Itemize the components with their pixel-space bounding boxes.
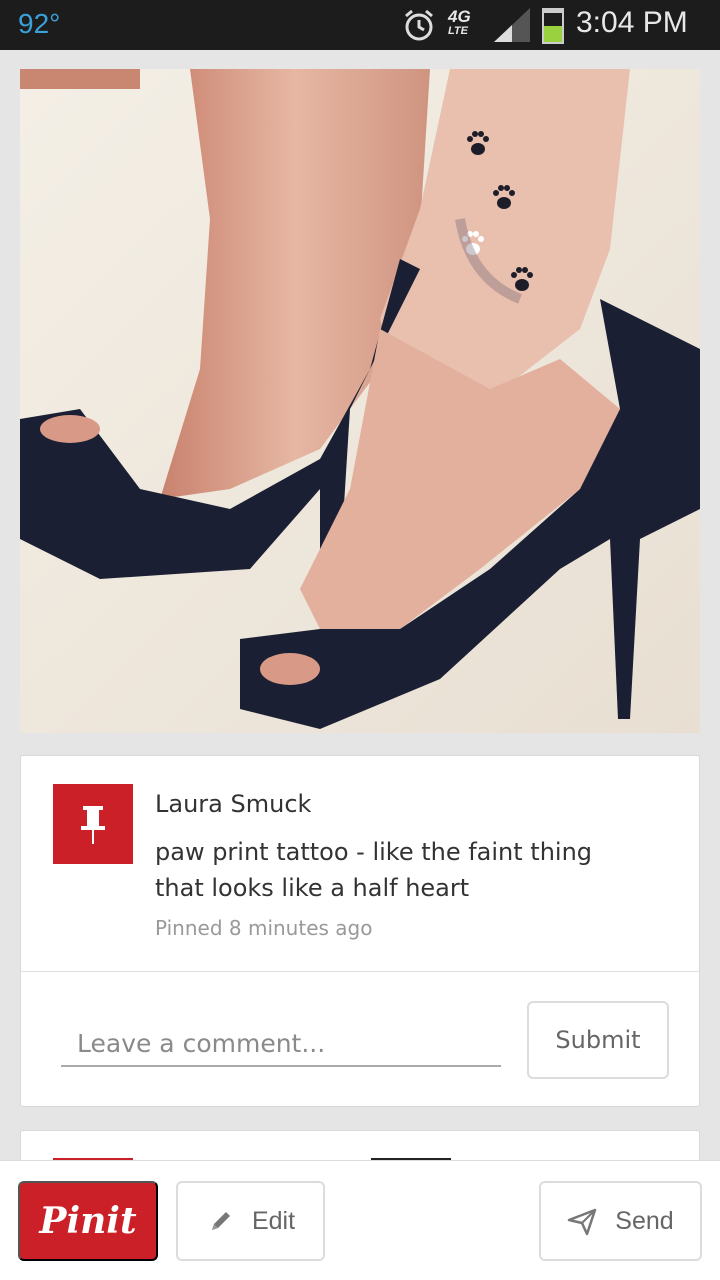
temperature-readout: 92° — [18, 8, 61, 39]
submit-button[interactable]: Submit — [527, 1001, 669, 1079]
action-bar: Pinit Edit Send — [0, 1160, 720, 1280]
pinit-label: Pinit — [39, 1200, 137, 1242]
signal-icon — [494, 8, 530, 42]
network-sub: LTE — [448, 25, 468, 37]
status-bar: 92° 4G LTE 3:04 PM — [0, 0, 720, 50]
paw-print-tattoo-photo — [20, 69, 700, 733]
send-label: Send — [615, 1206, 674, 1235]
pin-info-card: Laura Smuck paw print tattoo - like the … — [20, 755, 701, 1107]
pin-image[interactable] — [20, 69, 700, 733]
edit-button[interactable]: Edit — [176, 1181, 325, 1261]
comment-input[interactable] — [61, 1021, 501, 1067]
paper-plane-icon — [568, 1208, 597, 1236]
divider — [21, 971, 701, 972]
send-button[interactable]: Send — [539, 1181, 702, 1261]
pushpin-icon — [81, 806, 105, 844]
network-indicator: 4G LTE — [448, 8, 471, 38]
alarm-icon — [405, 9, 433, 41]
edit-label: Edit — [251, 1206, 296, 1235]
pin-description: paw print tattoo - like the faint thing … — [155, 838, 593, 902]
clock: 3:04 PM — [576, 6, 688, 39]
pinned-timestamp: Pinned 8 minutes ago — [155, 916, 373, 940]
battery-icon — [542, 8, 564, 44]
pinit-button[interactable]: Pinit — [18, 1181, 158, 1261]
battery-fill — [544, 26, 562, 42]
pencil-icon — [211, 1212, 230, 1230]
avatar[interactable] — [53, 784, 133, 864]
author-name[interactable]: Laura Smuck — [155, 790, 311, 818]
